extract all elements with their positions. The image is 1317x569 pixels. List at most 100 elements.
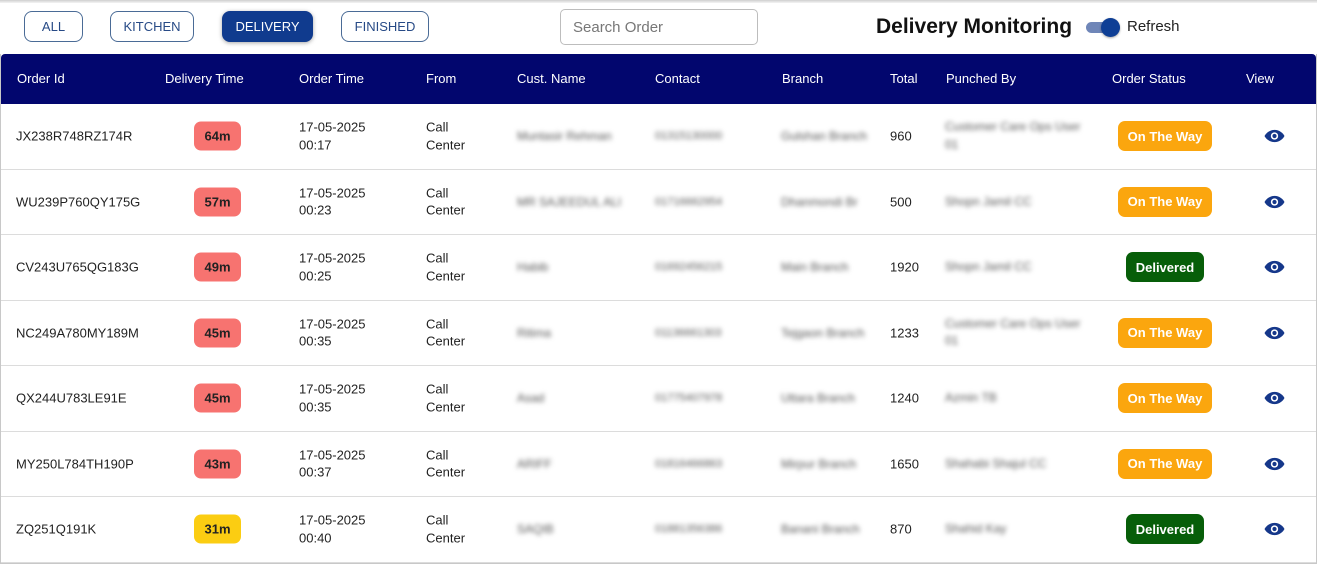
order-source: Call Center: [426, 250, 465, 285]
eye-icon[interactable]: [1264, 522, 1285, 536]
table-row[interactable]: WU239P760QY175G 57m 17-05-2025 00:23 Cal…: [1, 170, 1316, 235]
eye-icon[interactable]: [1264, 391, 1285, 405]
order-clock: 00:23: [299, 202, 332, 218]
delivery-time-badge: 64m: [194, 121, 241, 151]
order-source-line1: Call: [426, 119, 449, 135]
order-status-badge: On The Way: [1118, 383, 1212, 414]
order-total: 500: [890, 194, 912, 210]
order-id: QX244U783LE91E: [16, 390, 127, 406]
order-source: Call Center: [426, 446, 465, 481]
col-order-status: Order Status: [1112, 71, 1186, 86]
order-time: 17-05-2025 00:17: [299, 119, 366, 154]
delivery-time-badge: 45m: [194, 383, 241, 413]
branch-name: Gulshan Branch: [781, 129, 868, 144]
branch-name: Banani Branch: [781, 522, 860, 537]
order-source-line2: Center: [426, 268, 466, 284]
order-total: 1240: [890, 390, 919, 406]
customer-name: Muntasir Rehman: [517, 129, 612, 144]
order-status-badge: On The Way: [1118, 121, 1212, 152]
filter-finished-button[interactable]: FINISHED: [341, 11, 429, 42]
delivery-time-badge: 57m: [194, 187, 241, 217]
punched-by-line1: Azmin TB: [945, 390, 997, 405]
order-date: 17-05-2025: [299, 381, 366, 397]
branch-name: Dhanmondi Br: [781, 194, 858, 209]
order-status-badge: On The Way: [1118, 186, 1212, 217]
order-date: 17-05-2025: [299, 250, 366, 266]
order-source-line1: Call: [426, 316, 449, 332]
punched-by: Shopn Jamil CC: [945, 259, 1032, 277]
branch-name: Main Branch: [781, 260, 849, 275]
customer-name: Habib: [517, 260, 549, 275]
customer-name: Asad: [517, 391, 545, 406]
punched-by-line1: Shopn Jamil CC: [945, 194, 1032, 208]
eye-icon[interactable]: [1264, 195, 1285, 209]
filter-delivery-button[interactable]: DELIVERY: [222, 11, 313, 42]
delivery-time-badge: 45m: [194, 318, 241, 348]
order-status-badge: On The Way: [1118, 448, 1212, 479]
contact-number: 01692456215: [655, 261, 723, 274]
customer-name: ARIFF: [517, 456, 552, 471]
order-source-line2: Center: [426, 333, 466, 349]
punched-by: Shahabi Shajul CC: [945, 455, 1046, 473]
customer-name: MR SAJEEDUL ALI: [517, 194, 622, 209]
contact-number: 01775407978: [655, 392, 723, 405]
col-order-time: Order Time: [299, 71, 365, 86]
order-source-line2: Center: [426, 530, 466, 546]
eye-icon[interactable]: [1264, 326, 1285, 340]
table-row[interactable]: ZQ251Q191K 31m 17-05-2025 00:40 Call Cen…: [1, 497, 1316, 563]
order-source-line2: Center: [426, 464, 466, 480]
col-delivery-time: Delivery Time: [165, 71, 244, 86]
refresh-toggle[interactable]: [1086, 18, 1120, 37]
order-source-line2: Center: [426, 399, 466, 415]
order-date: 17-05-2025: [299, 185, 366, 201]
order-clock: 00:35: [299, 399, 332, 415]
order-source: Call Center: [426, 512, 465, 547]
table-row[interactable]: QX244U783LE91E 45m 17-05-2025 00:35 Call…: [1, 366, 1316, 432]
order-status-badge: On The Way: [1118, 317, 1212, 348]
col-contact: Contact: [655, 71, 700, 86]
table-row[interactable]: NC249A780MY189M 45m 17-05-2025 00:35 Cal…: [1, 301, 1316, 366]
punched-by-line1: Shopn Jamil CC: [945, 259, 1032, 274]
filter-all-button[interactable]: ALL: [24, 11, 83, 42]
order-total: 870: [890, 521, 912, 537]
order-source-line2: Center: [426, 137, 466, 153]
eye-icon[interactable]: [1264, 129, 1285, 143]
order-clock: 00:35: [299, 333, 332, 349]
contact-number: 01315130000: [655, 130, 723, 143]
punched-by-line1: Customer Care Ops User: [945, 316, 1081, 331]
order-status-badge: Delivered: [1126, 514, 1204, 545]
col-order-id: Order Id: [17, 71, 65, 86]
order-time: 17-05-2025 00:35: [299, 315, 366, 350]
order-source: Call Center: [426, 119, 465, 154]
col-cust-name: Cust. Name: [517, 71, 586, 86]
order-time: 17-05-2025 00:25: [299, 250, 366, 285]
order-clock: 00:40: [299, 530, 332, 546]
contact-number: 01136661303: [655, 326, 722, 339]
delivery-time-badge: 43m: [194, 449, 241, 479]
order-id: JX238R748RZ174R: [16, 128, 133, 144]
branch-name: Uttara Branch: [781, 391, 856, 406]
order-id: NC249A780MY189M: [16, 325, 139, 341]
order-clock: 00:37: [299, 464, 332, 480]
punched-by-line2: 01: [945, 137, 959, 152]
order-date: 17-05-2025: [299, 316, 366, 332]
punched-by: Azmin TB: [945, 390, 997, 408]
col-total: Total: [890, 71, 918, 86]
page-title: Delivery Monitoring: [876, 15, 1073, 38]
order-total: 1233: [890, 325, 919, 341]
delivery-time-badge: 31m: [194, 514, 241, 544]
eye-icon[interactable]: [1264, 260, 1285, 274]
col-from: From: [426, 71, 457, 86]
col-view: View: [1246, 71, 1274, 86]
table-header: Order Id Delivery Time Order Time From C…: [1, 54, 1316, 104]
table-row[interactable]: CV243U765QG183G 49m 17-05-2025 00:25 Cal…: [1, 235, 1316, 301]
search-order-input[interactable]: [560, 9, 758, 45]
punched-by: Customer Care Ops User 01: [945, 119, 1080, 154]
orders-table: Order Id Delivery Time Order Time From C…: [0, 54, 1317, 564]
table-row[interactable]: MY250L784TH190P 43m 17-05-2025 00:37 Cal…: [1, 432, 1316, 497]
order-id: MY250L784TH190P: [16, 456, 134, 472]
table-row[interactable]: JX238R748RZ174R 64m 17-05-2025 00:17 Cal…: [1, 104, 1316, 170]
eye-icon[interactable]: [1264, 457, 1285, 471]
filter-kitchen-button[interactable]: KITCHEN: [110, 11, 194, 42]
order-date: 17-05-2025: [299, 119, 366, 135]
